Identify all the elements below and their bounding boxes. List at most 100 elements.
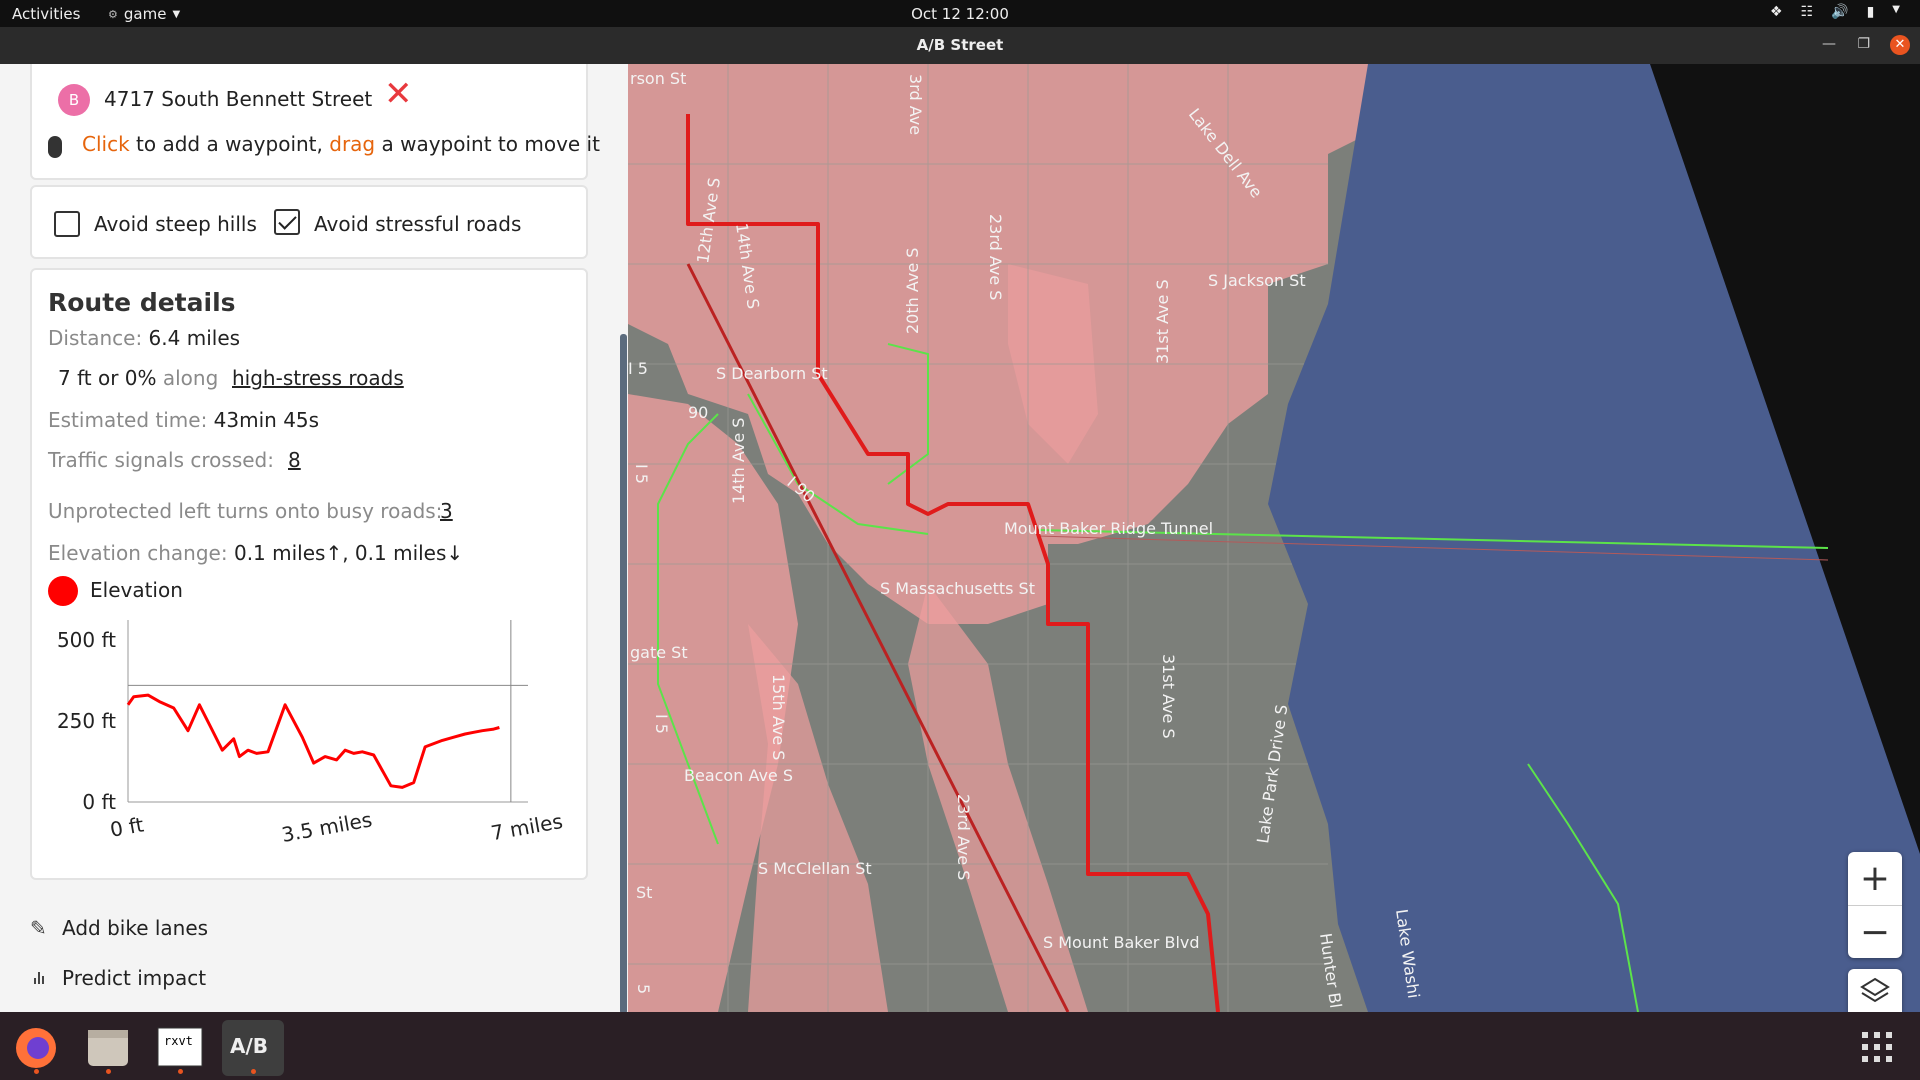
app-menu[interactable]: ⚙ game ▼ [108,5,180,23]
app-menu-icon: ⚙ [108,7,118,21]
route-details-title: Route details [48,288,236,317]
elevation-row: Elevation change: 0.1 miles↑, 0.1 miles↓ [48,541,463,565]
dock: rxvt A/B [0,1012,1920,1080]
street-label: 5 [634,984,653,994]
maximize-icon[interactable]: ❐ [1857,36,1870,52]
street-label: 23rd Ave S [986,214,1005,300]
signals-label: Traffic signals crossed: [48,448,274,472]
window-title: A/B Street [916,36,1004,54]
volume-icon: 🔊 [1831,4,1849,20]
high-stress-roads-link[interactable]: high-stress roads [232,366,404,390]
abstreet-icon[interactable]: A/B [222,1020,284,1076]
street-label: Mount Baker Ridge Tunnel [1004,519,1213,538]
street-label: 14th Ave S [729,418,748,504]
app-menu-label: game [123,5,167,23]
distance-label: Distance: [48,326,143,350]
clock[interactable]: Oct 12 12:00 [911,5,1009,23]
system-tray[interactable]: ❖ ☷ 🔊 ▮ ▼ [1770,4,1900,20]
stress-value: 7 ft or 0% [58,366,157,390]
top-bar: Activities ⚙ game ▼ Oct 12 12:00 ❖ ☷ 🔊 ▮… [0,0,1920,27]
avoid-hills-checkbox[interactable] [54,211,80,237]
chevron-down-icon: ▼ [172,8,181,20]
zoom-in-button[interactable]: + [1848,852,1902,905]
app-grid-icon[interactable] [1862,1032,1892,1062]
firefox-icon[interactable] [8,1020,64,1076]
avoid-stress-checkbox[interactable] [274,209,300,235]
street-label: gate St [630,643,688,662]
predict-impact-label: Predict impact [62,966,207,990]
mouse-icon [48,136,62,158]
street-label: St [636,883,652,902]
map-view[interactable]: rson St 3rd Ave Lake Dell Ave 12th Ave S… [628,64,1920,1012]
street-label: 23rd Ave S [954,794,973,880]
wifi-icon: ☷ [1800,4,1814,20]
street-label: 20th Ave S [903,248,922,334]
street-label: rson St [630,69,686,88]
elevation-value: 0.1 miles↑, 0.1 miles↓ [227,541,464,565]
street-label: S Mount Baker Blvd [1043,933,1200,952]
hint-click: Click [82,132,130,156]
terminal-label: rxvt [164,1034,193,1048]
street-label: Beacon Ave S [684,766,793,785]
waypoint-marker[interactable]: B [58,84,90,116]
legend-swatch[interactable] [48,576,78,606]
sidebar-scrollbar[interactable] [620,334,627,1012]
hint-drag: drag [329,132,376,156]
y-tick-label: 500 ft [57,628,116,652]
avoid-stress-label: Avoid stressful roads [314,212,522,236]
left-turns-label: Unprotected left turns onto busy roads: [48,499,443,523]
zoom-control: + − [1848,852,1902,958]
add-bike-lanes-label: Add bike lanes [62,916,209,940]
window-titlebar: A/B Street — ❐ ✕ [0,27,1920,64]
terminal-icon[interactable]: rxvt [152,1020,208,1076]
sidebar-panel: B 4717 South Bennett Street ✕ Click to a… [0,64,628,1012]
signals-link[interactable]: 8 [288,448,301,472]
chevron-down-icon: ▼ [1892,4,1900,15]
dropbox-icon: ❖ [1770,4,1783,20]
x-tick-label: 0 ft [108,812,145,841]
activities-button[interactable]: Activities [12,5,80,23]
elevation-label: Elevation change: [48,541,228,565]
time-row: Estimated time: 43min 45s [48,408,319,432]
street-label: I 5 [632,464,651,484]
elevation-series-line [126,693,500,789]
app-area: B 4717 South Bennett Street ✕ Click to a… [0,64,1920,1012]
destination-address: 4717 South Bennett Street [104,87,373,111]
route-options-card: Avoid steep hills Avoid stressful roads [30,185,588,259]
street-label: 31st Ave S [1159,654,1178,739]
files-icon[interactable] [80,1020,136,1076]
bar-chart-icon [34,972,46,984]
layers-button[interactable] [1848,969,1902,1012]
street-label: I 5 [628,359,648,378]
y-tick-label: 250 ft [57,709,116,733]
street-label: S Dearborn St [716,364,828,383]
street-label: 90 [688,403,708,422]
street-label: 15th Ave S [769,674,788,760]
time-value: 43min 45s [207,408,320,432]
pencil-icon: ✎ [30,916,47,940]
waypoint-hint: Click to add a waypoint, drag a waypoint… [82,132,600,156]
route-waypoints-card: B 4717 South Bennett Street ✕ Click to a… [30,64,600,180]
elevation-chart[interactable]: 500 ft 250 ft 0 ft 0 ft 3.5 miles 7 mile… [32,610,586,860]
minimize-icon[interactable]: — [1822,36,1836,52]
hint-end: a waypoint to move it [375,132,600,156]
close-icon[interactable]: ✕ [1890,35,1910,55]
distance-row: Distance: 6.4 miles [48,326,240,350]
legend-label: Elevation [90,578,183,602]
waypoint-marker-label: B [68,91,80,109]
stress-along: along [156,366,219,390]
x-tick-label: 7 miles [489,809,564,845]
hint-mid: to add a waypoint, [129,132,330,156]
street-label: S Jackson St [1208,271,1306,290]
remove-waypoint-icon[interactable]: ✕ [384,74,413,114]
running-indicator [251,1069,256,1074]
left-turns-link[interactable]: 3 [440,499,453,523]
running-indicator [106,1069,111,1074]
stress-row: 7 ft or 0% along [58,366,218,390]
x-tick-label: 3.5 miles [280,807,374,847]
layers-icon [1860,977,1890,1003]
route-details-card: Route details Distance: 6.4 miles 7 ft o… [30,268,588,880]
street-label: 31st Ave S [1153,279,1172,364]
zoom-out-button[interactable]: − [1848,905,1902,958]
street-label: S Massachusetts St [880,579,1035,598]
